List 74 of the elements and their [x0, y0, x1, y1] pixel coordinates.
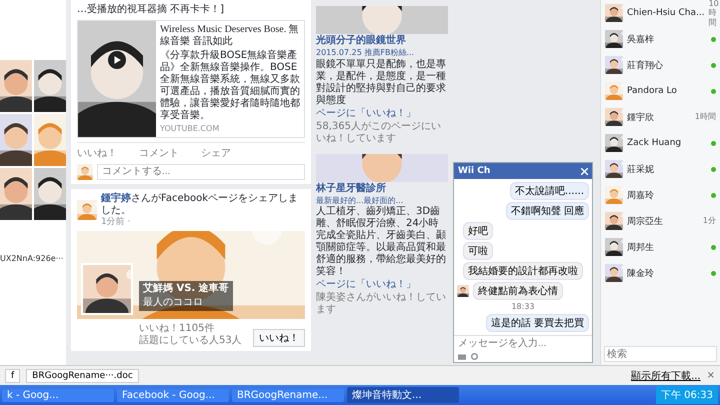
chat-message: 我結婚要的設計都再改啦 [463, 262, 583, 280]
chat-time: 18:33 [511, 302, 535, 312]
close-icon[interactable] [581, 168, 588, 175]
clock: 下午 06:33 [656, 386, 718, 404]
ad-title[interactable]: 光頭分子的眼鏡世界 [316, 35, 448, 47]
ad-body: 眼鏡不單單只是配飾，也是專業，是配件，是態度，是一種對設計的堅持與對自己的要求與態度 [316, 58, 447, 107]
play-icon[interactable] [108, 51, 126, 69]
avatar [77, 200, 97, 220]
contact-item[interactable]: 周邦生 [601, 234, 720, 260]
contact-item[interactable]: 鍾宇欣 1時間 [601, 104, 720, 130]
chat-message: 終健點前為表心情 [473, 282, 563, 300]
link-title: Wireless Music Deserves Bose. 無線音樂 音訊如此 [160, 24, 300, 48]
ad-title[interactable]: 林子星牙醫診所 [316, 182, 448, 195]
chat-message: 不太說請吧...... [510, 182, 589, 200]
avatar [605, 160, 623, 178]
page-likes: いいね！1105件 [139, 323, 216, 334]
chat-message: 這是的話 要買去把買 [486, 314, 589, 332]
ad-social: 陳美姿さんがいいね！しています [316, 292, 447, 316]
avatar [605, 186, 623, 204]
avatar [77, 164, 93, 180]
ad-social: 58,365人がこのページにいいね！しています [316, 120, 442, 145]
last-active: 1時間 [694, 112, 716, 122]
last-active: 10時間 [708, 0, 719, 28]
taskbar-item[interactable]: 燦坤音特動文... [347, 387, 459, 403]
contact-item[interactable]: 莊育翔心 [601, 52, 720, 78]
contact-item[interactable]: Pandora Lo [601, 78, 720, 104]
avatar [605, 30, 623, 48]
avatar [605, 82, 623, 100]
taskbar-item[interactable]: k - Goog... [2, 388, 114, 402]
show-downloads-link[interactable]: 顯示所有下載... [631, 368, 701, 382]
photo-caption: UX2NnA:926e··· [0, 254, 64, 263]
post-time: 1分前 · [101, 216, 132, 228]
search-field[interactable]: 検索 [604, 346, 717, 362]
avatar [605, 264, 623, 282]
contact-item[interactable]: 陳金玲 [601, 260, 720, 286]
avatar [605, 212, 623, 230]
taskbar-item[interactable]: Facebook - Goog... [117, 388, 229, 402]
link-description: 《分享款升級BOSE無線音樂產品》全新無線音樂操作。BOSE全新無線音樂系統，無線又多款可選產品，播放音質細膩而實的體驗，讓音樂愛好者隨時隨地都享受音樂。 [160, 50, 300, 122]
contact-item[interactable]: Zack Huang [601, 130, 720, 156]
like-button[interactable]: いいね！ [253, 329, 305, 348]
contact-item[interactable]: 周嘉玲 [601, 182, 720, 208]
close-button[interactable]: × [706, 370, 715, 381]
ad-like-link[interactable]: ページに「いいね！」 [316, 108, 448, 120]
ad-subtitle: 2015.07.25 推薦FB粉絲... [316, 48, 416, 58]
post-action[interactable]: コメント [139, 146, 179, 160]
contact-item[interactable]: 吳嘉梓 [601, 26, 720, 52]
chat-message: 好吧 [463, 222, 493, 240]
chat-title[interactable]: Wii Ch [458, 166, 490, 177]
download-item[interactable]: f [5, 368, 20, 382]
link-source: YOUTUBE.COM [160, 124, 220, 134]
contact-item[interactable]: 莊采妮 [601, 156, 720, 182]
contact-item[interactable]: 周宗亞生 1分 [601, 208, 720, 234]
download-item[interactable]: BRGoogRename···.doc [26, 368, 139, 382]
chat-message: 可啦 [463, 242, 493, 260]
chat-message: 不錯啊知聲 回應 [506, 202, 589, 220]
taskbar-item[interactable]: BRGoogRename... [232, 388, 344, 402]
avatar [605, 108, 623, 126]
ad-subtitle: 最新最好的...最好面的... [316, 196, 404, 206]
ad-like-link[interactable]: ページに「いいね！」 [316, 279, 448, 292]
post-text: …受播放的視耳器摘 不再卡卡！] [77, 4, 226, 16]
comment-field[interactable]: コメントする... [97, 164, 305, 180]
page-talking: 話題にしている人53人 [139, 335, 242, 348]
contact-item[interactable]: Chien-Hsiu Cha... 10時間 [601, 0, 720, 26]
avatar [605, 238, 623, 256]
post-action[interactable]: シェア [201, 146, 231, 160]
avatar [605, 56, 623, 74]
avatar [605, 4, 623, 22]
post-header: 鍾宇婷さんがFacebookページをシェアしました。 [101, 192, 299, 216]
avatar [605, 134, 623, 152]
ad-body: 人工植牙、齒列矯正、3D齒雕、舒眠假牙治療、24小時完成全瓷貼片、牙齒美白、顳顎關節症等。以最高品質和最舒適的服務，帶給您最美好的笑容！ [316, 206, 447, 278]
message-field[interactable]: メッセージを入力... [454, 335, 592, 351]
avatar [457, 285, 469, 298]
post-action[interactable]: いいね！ [77, 146, 117, 160]
last-active: 1分 [702, 216, 716, 226]
